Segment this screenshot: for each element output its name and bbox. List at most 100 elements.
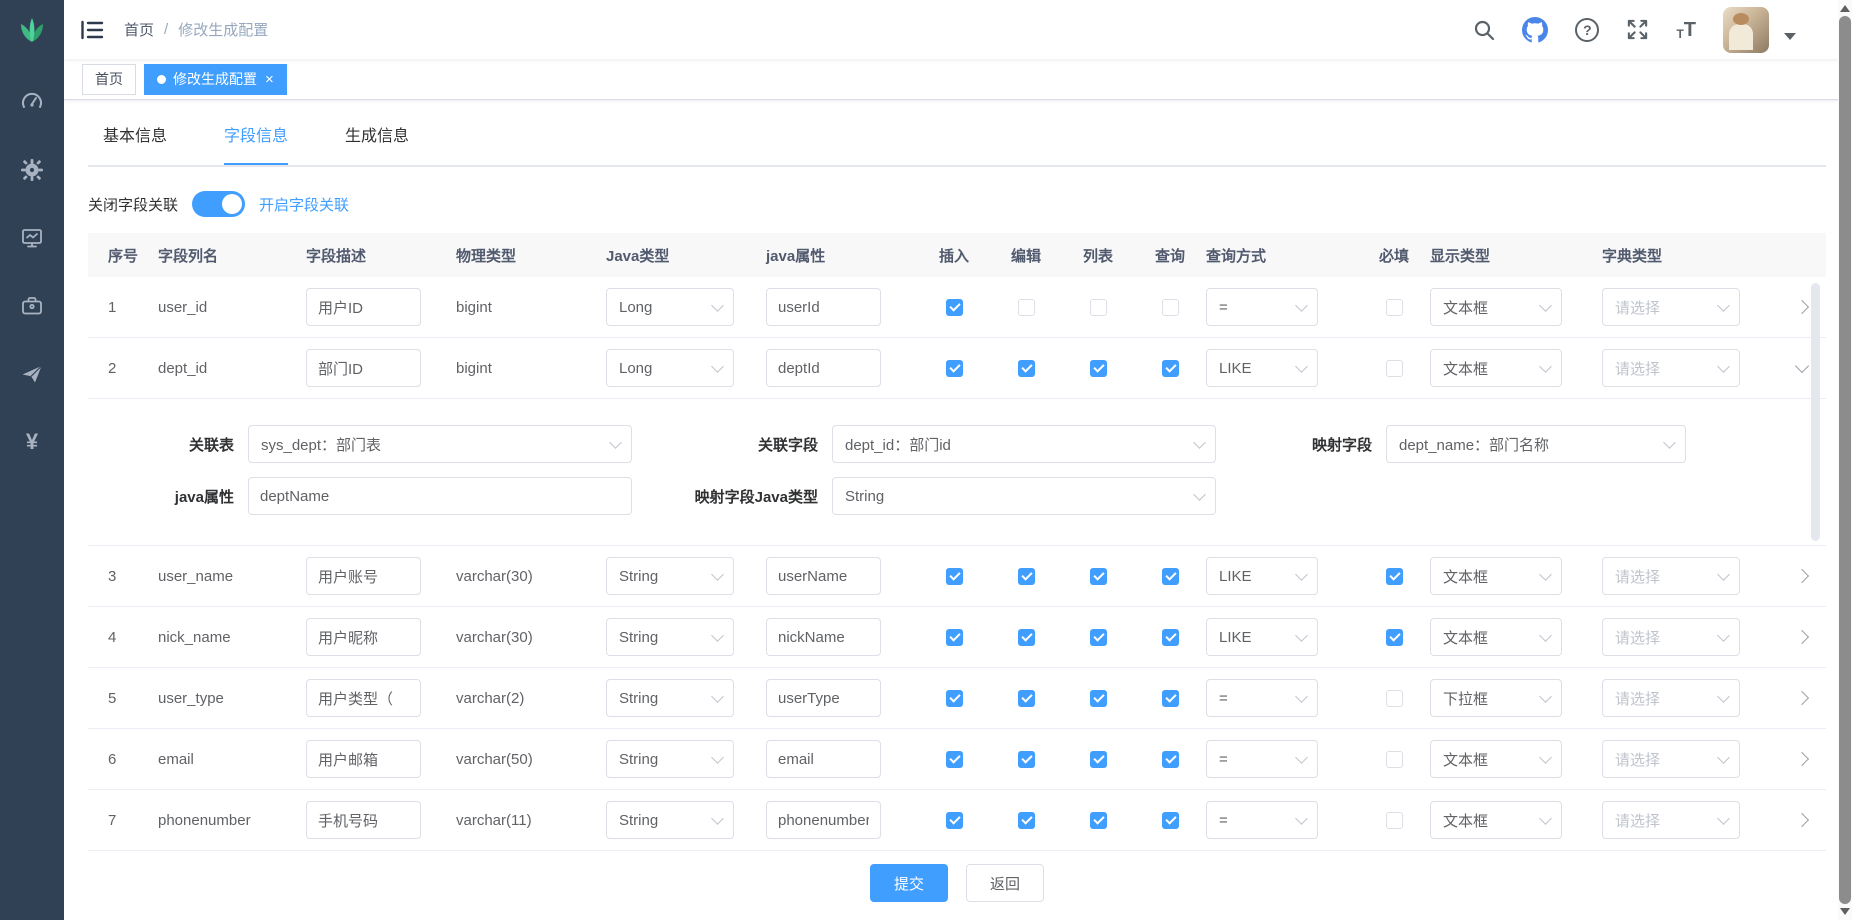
dict_type-select[interactable]: 请选择: [1602, 557, 1740, 595]
html_type-select[interactable]: 文本框: [1430, 349, 1562, 387]
map-field-select[interactable]: dept_name：部门名称: [1386, 425, 1686, 463]
java_field-input[interactable]: [766, 349, 881, 387]
query_type-select[interactable]: LIKE: [1206, 349, 1318, 387]
html_type-select[interactable]: 文本框: [1430, 557, 1562, 595]
search-button[interactable]: [1473, 19, 1495, 41]
fullscreen-button[interactable]: [1626, 18, 1649, 41]
sidebar-item-system[interactable]: [0, 136, 64, 204]
html_type-select[interactable]: 下拉框: [1430, 679, 1562, 717]
row-expand-arrow-icon[interactable]: [1795, 569, 1809, 583]
row-expand-arrow-icon[interactable]: [1795, 630, 1809, 644]
list-checkbox[interactable]: [1090, 751, 1107, 768]
help-button[interactable]: ?: [1575, 18, 1599, 42]
row-collapse-arrow-icon[interactable]: [1795, 359, 1809, 373]
java_field-input[interactable]: [766, 801, 881, 839]
query-checkbox[interactable]: [1162, 568, 1179, 585]
query_type-select[interactable]: =: [1206, 288, 1318, 326]
query-checkbox[interactable]: [1162, 629, 1179, 646]
edit-checkbox[interactable]: [1018, 751, 1035, 768]
row-expand-arrow-icon[interactable]: [1795, 300, 1809, 314]
insert-checkbox[interactable]: [946, 568, 963, 585]
font-size-button[interactable]: TT: [1676, 20, 1696, 40]
query_type-select[interactable]: =: [1206, 740, 1318, 778]
query-checkbox[interactable]: [1162, 690, 1179, 707]
insert-checkbox[interactable]: [946, 751, 963, 768]
query-checkbox[interactable]: [1162, 299, 1179, 316]
comment-input[interactable]: [306, 740, 421, 778]
java-attr-input[interactable]: [248, 477, 632, 515]
breadcrumb-home[interactable]: 首页: [124, 19, 154, 40]
required-checkbox[interactable]: [1386, 751, 1403, 768]
insert-checkbox[interactable]: [946, 299, 963, 316]
required-checkbox[interactable]: [1386, 299, 1403, 316]
row-expand-arrow-icon[interactable]: [1795, 691, 1809, 705]
query_type-select[interactable]: =: [1206, 801, 1318, 839]
row-expand-arrow-icon[interactable]: [1795, 813, 1809, 827]
list-checkbox[interactable]: [1090, 568, 1107, 585]
sidebar-item-monitor[interactable]: [0, 204, 64, 272]
map-java-type-select[interactable]: String: [832, 477, 1216, 515]
rel-table-select[interactable]: sys_dept：部门表: [248, 425, 632, 463]
sidebar-item-dashboard[interactable]: [0, 68, 64, 136]
html_type-select[interactable]: 文本框: [1430, 740, 1562, 778]
required-checkbox[interactable]: [1386, 690, 1403, 707]
dict_type-select[interactable]: 请选择: [1602, 288, 1740, 326]
java_type-select[interactable]: String: [606, 801, 734, 839]
edit-checkbox[interactable]: [1018, 299, 1035, 316]
insert-checkbox[interactable]: [946, 360, 963, 377]
tag-home[interactable]: 首页: [82, 64, 136, 95]
edit-checkbox[interactable]: [1018, 360, 1035, 377]
dict_type-select[interactable]: 请选择: [1602, 801, 1740, 839]
list-checkbox[interactable]: [1090, 690, 1107, 707]
edit-checkbox[interactable]: [1018, 568, 1035, 585]
sidebar-item-pay[interactable]: ¥: [0, 408, 64, 476]
required-checkbox[interactable]: [1386, 812, 1403, 829]
comment-input[interactable]: [306, 288, 421, 326]
required-checkbox[interactable]: [1386, 360, 1403, 377]
java_type-select[interactable]: String: [606, 679, 734, 717]
java_type-select[interactable]: Long: [606, 288, 734, 326]
comment-input[interactable]: [306, 801, 421, 839]
html_type-select[interactable]: 文本框: [1430, 801, 1562, 839]
query-checkbox[interactable]: [1162, 360, 1179, 377]
window-scrollbar-thumb[interactable]: [1839, 16, 1851, 904]
java_type-select[interactable]: String: [606, 618, 734, 656]
sidebar-collapse-button[interactable]: [80, 19, 104, 41]
table-scrollbar-thumb[interactable]: [1811, 283, 1820, 541]
java_field-input[interactable]: [766, 288, 881, 326]
avatar-dropdown-caret[interactable]: [1784, 33, 1796, 40]
java_type-select[interactable]: String: [606, 740, 734, 778]
java_field-input[interactable]: [766, 618, 881, 656]
dict_type-select[interactable]: 请选择: [1602, 740, 1740, 778]
github-link[interactable]: [1522, 17, 1548, 43]
tag-active-page[interactable]: 修改生成配置 ×: [144, 64, 287, 95]
query_type-select[interactable]: LIKE: [1206, 557, 1318, 595]
query_type-select[interactable]: LIKE: [1206, 618, 1318, 656]
java_field-input[interactable]: [766, 740, 881, 778]
rel-field-select[interactable]: dept_id：部门id: [832, 425, 1216, 463]
dict_type-select[interactable]: 请选择: [1602, 679, 1740, 717]
row-expand-arrow-icon[interactable]: [1795, 752, 1809, 766]
insert-checkbox[interactable]: [946, 629, 963, 646]
dict_type-select[interactable]: 请选择: [1602, 618, 1740, 656]
app-logo[interactable]: [0, 0, 64, 60]
user-avatar[interactable]: [1723, 7, 1769, 53]
java_type-select[interactable]: String: [606, 557, 734, 595]
dict_type-select[interactable]: 请选择: [1602, 349, 1740, 387]
comment-input[interactable]: [306, 557, 421, 595]
query_type-select[interactable]: =: [1206, 679, 1318, 717]
sidebar-item-guide[interactable]: [0, 340, 64, 408]
tab-basic-info[interactable]: 基本信息: [103, 122, 167, 165]
relation-switch[interactable]: [192, 191, 245, 217]
java_field-input[interactable]: [766, 557, 881, 595]
edit-checkbox[interactable]: [1018, 629, 1035, 646]
required-checkbox[interactable]: [1386, 629, 1403, 646]
scrollbar-up-arrow-icon[interactable]: [1840, 5, 1850, 12]
tab-gen-info[interactable]: 生成信息: [345, 122, 409, 165]
back-button[interactable]: 返回: [966, 864, 1044, 902]
scrollbar-down-arrow-icon[interactable]: [1840, 908, 1850, 915]
window-scrollbar[interactable]: [1838, 0, 1852, 920]
comment-input[interactable]: [306, 679, 421, 717]
comment-input[interactable]: [306, 349, 421, 387]
submit-button[interactable]: 提交: [870, 864, 948, 902]
